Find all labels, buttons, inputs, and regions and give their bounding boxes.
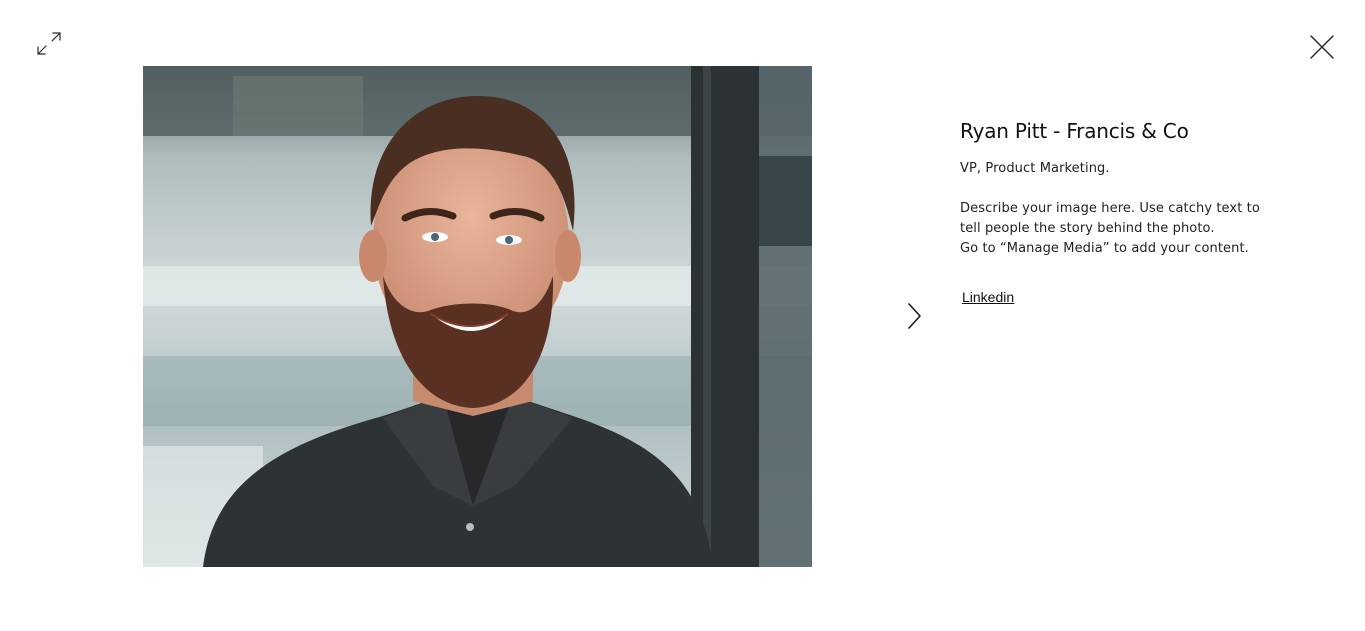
close-x-icon xyxy=(1310,35,1334,59)
description-line: tell people the story behind the photo. xyxy=(960,221,1215,236)
item-description: Describe your image here. Use catchy tex… xyxy=(960,199,1280,259)
linkedin-link[interactable]: Linkedin xyxy=(962,289,1014,305)
description-line: Go to “Manage Media” to add your content… xyxy=(960,241,1249,256)
expand-arrows-icon xyxy=(37,32,61,55)
close-button[interactable] xyxy=(1306,31,1338,63)
next-button[interactable] xyxy=(902,301,926,331)
expand-button[interactable] xyxy=(34,29,64,59)
description-line: Describe your image here. Use catchy tex… xyxy=(960,201,1260,216)
item-subtitle: VP, Product Marketing. xyxy=(960,161,1110,176)
item-info-panel: Ryan Pitt - Francis & Co VP, Product Mar… xyxy=(960,117,1280,307)
chevron-right-icon xyxy=(908,303,921,329)
gallery-photo xyxy=(143,66,812,567)
item-title: Ryan Pitt - Francis & Co xyxy=(960,119,1189,143)
portrait-image xyxy=(143,66,812,567)
